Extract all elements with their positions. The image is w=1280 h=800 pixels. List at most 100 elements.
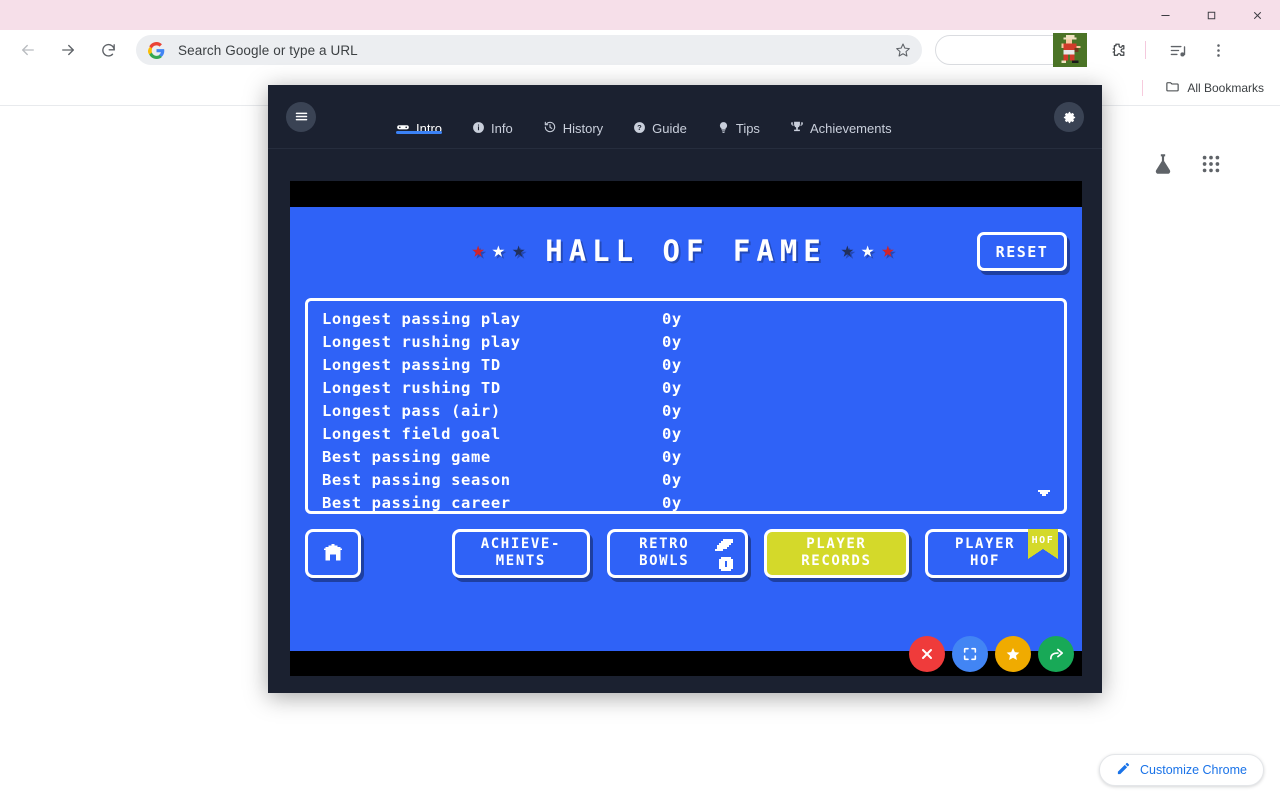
tab-history[interactable]: History xyxy=(543,85,603,148)
record-row: Longest passing TD 0y xyxy=(322,353,1064,376)
bookmark-star-icon[interactable] xyxy=(890,37,916,63)
close-icon[interactable] xyxy=(1234,0,1280,30)
reload-icon[interactable] xyxy=(92,34,124,66)
gear-icon[interactable] xyxy=(1054,102,1084,132)
extensions-puzzle-icon[interactable] xyxy=(1101,34,1133,66)
chevron-down-icon[interactable] xyxy=(1036,489,1052,502)
back-icon[interactable] xyxy=(12,34,44,66)
achievements-button-line1: ACHIEVE- xyxy=(480,536,561,552)
record-label: Longest passing TD xyxy=(322,355,501,374)
record-row: Longest pass (air) 0y xyxy=(322,399,1064,422)
record-row: Longest field goal 0y xyxy=(322,422,1064,445)
tab-guide-label: Guide xyxy=(652,121,687,136)
browser-toolbar: Search Google or type a URL xyxy=(0,30,1280,70)
toolbar-divider xyxy=(1145,41,1146,59)
minimize-icon[interactable] xyxy=(1142,0,1188,30)
lightbulb-icon xyxy=(717,121,730,137)
retro-bowls-line1: RETRO xyxy=(639,536,690,552)
home-button[interactable] xyxy=(305,528,362,578)
fullscreen-button[interactable] xyxy=(952,636,988,672)
hall-of-fame-screen: ★ ★ ★ HALL OF FAME ★ ★ ★ RESET Longest p… xyxy=(290,207,1082,651)
record-value: 0y xyxy=(662,424,682,443)
media-list-icon[interactable] xyxy=(1162,34,1194,66)
tab-history-label: History xyxy=(562,121,604,136)
bookmarks-divider xyxy=(1142,79,1144,96)
tab-intro-label: Intro xyxy=(416,121,443,136)
record-row: Longest rushing play 0y xyxy=(322,330,1064,353)
record-value: 0y xyxy=(662,447,682,466)
favorite-button[interactable] xyxy=(995,636,1031,672)
google-g-icon xyxy=(148,41,165,59)
record-label: Best passing game xyxy=(322,447,491,466)
achievements-button-line2: MENTS xyxy=(495,553,546,569)
star-icon: ★ xyxy=(881,238,901,263)
close-game-button[interactable] xyxy=(909,636,945,672)
record-value: 0y xyxy=(662,401,682,420)
gamepad-icon xyxy=(396,120,410,137)
retro-bowls-line2: BOWLS xyxy=(639,553,690,569)
player-hof-button[interactable]: PLAYER HOF HOF xyxy=(925,528,1067,578)
record-label: Longest rushing play xyxy=(322,332,521,351)
achievements-button[interactable]: ACHIEVE- MENTS xyxy=(452,528,590,578)
reset-button[interactable]: RESET xyxy=(977,232,1067,271)
star-icon: ★ xyxy=(840,238,860,263)
game-overlay-window: Intro Info History ? Guide Tips Achievem… xyxy=(268,85,1102,693)
question-circle-icon: ? xyxy=(633,121,646,137)
tab-tips-label: Tips xyxy=(735,121,760,136)
tab-tips[interactable]: Tips xyxy=(717,85,760,148)
record-value: 0y xyxy=(662,332,682,351)
hall-of-fame-title: HALL OF FAME xyxy=(545,234,827,268)
game-nav-bar: Intro Info History ? Guide Tips Achievem… xyxy=(268,85,1102,149)
omnibox[interactable]: Search Google or type a URL xyxy=(136,35,922,65)
record-value: 0y xyxy=(662,470,682,489)
hamburger-menu-icon[interactable] xyxy=(286,101,316,132)
lab-flask-icon[interactable] xyxy=(1150,151,1176,182)
tab-guide[interactable]: ? Guide xyxy=(633,85,687,148)
record-value: 0y xyxy=(662,309,682,328)
record-value: 0y xyxy=(662,355,682,374)
customize-chrome-label: Customize Chrome xyxy=(1140,763,1247,777)
hall-of-fame-header: ★ ★ ★ HALL OF FAME ★ ★ ★ xyxy=(290,225,1082,277)
player-records-button[interactable]: PLAYER RECORDS xyxy=(763,528,910,578)
player-records-line2: RECORDS xyxy=(801,553,872,569)
player-hof-line1: PLAYER xyxy=(954,536,1016,552)
pencil-icon xyxy=(1116,761,1131,779)
omnibox-placeholder: Search Google or type a URL xyxy=(178,42,358,58)
tab-achievements[interactable]: Achievements xyxy=(790,85,892,148)
game-nav-tabs: Intro Info History ? Guide Tips Achievem… xyxy=(396,85,892,148)
record-label: Longest passing play xyxy=(322,309,521,328)
record-value: 0y xyxy=(662,378,682,397)
game-canvas: ★ ★ ★ HALL OF FAME ★ ★ ★ RESET Longest p… xyxy=(290,181,1082,676)
tab-info-label: Info xyxy=(491,121,513,136)
all-bookmarks-button[interactable]: All Bookmarks xyxy=(1157,75,1272,101)
customize-chrome-button[interactable]: Customize Chrome xyxy=(1099,754,1264,786)
record-label: Best passing season xyxy=(322,470,511,489)
tab-info[interactable]: Info xyxy=(472,85,513,148)
record-row: Best passing game 0y xyxy=(322,445,1064,468)
forward-icon[interactable] xyxy=(52,34,84,66)
maximize-icon[interactable] xyxy=(1188,0,1234,30)
player-records-line1: PLAYER xyxy=(806,536,867,552)
star-icon: ★ xyxy=(511,238,532,263)
records-list[interactable]: Longest passing play 0y Longest rushing pl… xyxy=(305,298,1067,514)
apps-grid-icon[interactable] xyxy=(1200,153,1222,180)
stars-right: ★ ★ ★ xyxy=(841,240,901,262)
record-label: Best passing career xyxy=(322,493,511,512)
all-bookmarks-label: All Bookmarks xyxy=(1187,80,1264,95)
player-hof-line2: HOF xyxy=(970,553,1001,569)
football-icon xyxy=(714,538,737,578)
history-clock-icon xyxy=(543,120,557,137)
tab-intro[interactable]: Intro xyxy=(396,85,443,148)
star-icon: ★ xyxy=(861,238,881,263)
three-dot-menu-icon[interactable] xyxy=(1202,34,1234,66)
record-row: Longest rushing TD 0y xyxy=(322,376,1064,399)
record-value: 0y xyxy=(662,493,682,512)
record-row: Best passing season 0y xyxy=(322,468,1064,491)
record-row: Best passing career 0y xyxy=(322,491,1064,512)
share-button[interactable] xyxy=(1038,636,1074,672)
stars-left: ★ ★ ★ xyxy=(471,240,531,262)
record-label: Longest field goal xyxy=(322,424,501,443)
game-button-row: ACHIEVE- MENTS RETRO BOWLS PLAYER RECORD… xyxy=(305,527,1067,579)
retro-bowls-button[interactable]: RETRO BOWLS xyxy=(606,528,748,578)
retro-bowl-extension-icon[interactable] xyxy=(1053,33,1087,67)
